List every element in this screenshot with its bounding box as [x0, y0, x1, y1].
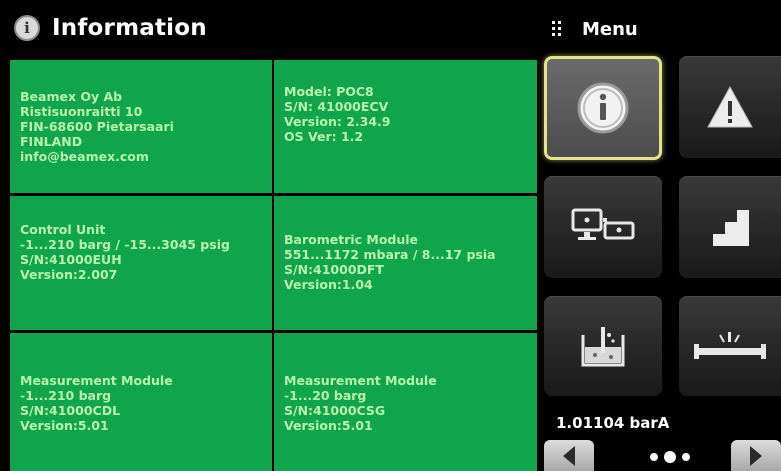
- tile-line: FINLAND: [20, 134, 83, 149]
- info-icon: i: [14, 15, 40, 41]
- model-info-tile: Model: POC8 S/N: 41000ECV Version: 2.34.…: [274, 60, 537, 193]
- tile-line: Version: 2.34.9: [284, 114, 391, 129]
- company-info-tile: Beamex Oy Ab Ristisuonraitti 10 FIN-6860…: [10, 60, 272, 193]
- tile-line: FIN-68600 Pietarsaari: [20, 119, 174, 134]
- tile-line: OS Ver: 1.2: [284, 129, 364, 144]
- chevron-left-icon: [563, 445, 575, 466]
- measurement-module-tile-1: Measurement Module -1...210 barg S/N:410…: [10, 333, 272, 471]
- tile-line: -1...20 barg: [284, 388, 367, 403]
- tile-line: Model: POC8: [284, 84, 374, 99]
- tile-line: -1...210 barg: [20, 388, 112, 403]
- tile-line: Ristisuonraitti 10: [20, 104, 143, 119]
- tile-line: S/N:41000DFT: [284, 262, 384, 277]
- tile-line: Version:1.04: [284, 277, 373, 292]
- page-dot-current: [664, 451, 676, 463]
- tile-line: Measurement Module: [20, 373, 173, 388]
- step-menu-button[interactable]: [679, 176, 781, 278]
- screen: i Information Menu Beamex Oy Ab Ristisuo…: [0, 0, 781, 471]
- tile-line: S/N:41000CSG: [284, 403, 386, 418]
- menu-header[interactable]: Menu: [552, 14, 638, 44]
- tile-line: 551...1172 mbara / 8...17 psia: [284, 247, 496, 262]
- tile-line: S/N: 41000ECV: [284, 99, 389, 114]
- pipe-burst-menu-button[interactable]: [679, 296, 781, 396]
- tile-line: S/N:41000CDL: [20, 403, 121, 418]
- grip-icon: [552, 21, 562, 37]
- tile-line: -1...210 barg / -15...3045 psig: [20, 237, 230, 252]
- page-indicator: [650, 451, 690, 463]
- tile-line: Control Unit: [20, 222, 106, 237]
- display-settings-icon: [571, 208, 635, 240]
- barometer-reading: 1.01104 barA: [556, 414, 670, 432]
- tile-line: S/N:41000EUH: [20, 252, 122, 267]
- tile-line: Version:2.007: [20, 267, 118, 282]
- page-dot: [650, 453, 658, 461]
- tile-line: Measurement Module: [284, 373, 437, 388]
- step-icon: [713, 210, 749, 246]
- tile-line: Version:5.01: [20, 418, 109, 433]
- pipe-burst-icon: [694, 332, 766, 359]
- header: i Information: [0, 0, 540, 56]
- next-page-button[interactable]: [731, 440, 781, 471]
- measurement-module-tile-2: Measurement Module -1...20 barg S/N:4100…: [274, 333, 537, 471]
- chevron-right-icon: [750, 445, 762, 466]
- tile-line: Beamex Oy Ab: [20, 89, 123, 104]
- tile-line: Barometric Module: [284, 232, 419, 247]
- previous-page-button[interactable]: [544, 440, 594, 471]
- barometric-module-tile: Barometric Module 551...1172 mbara / 8..…: [274, 196, 537, 330]
- tile-line: Version:5.01: [284, 418, 373, 433]
- display-settings-menu-button[interactable]: [544, 176, 662, 278]
- leak-test-icon: [581, 327, 625, 367]
- info-icon: [577, 82, 629, 134]
- warning-icon: [707, 85, 753, 128]
- menu-label: Menu: [582, 18, 638, 40]
- page-title: Information: [52, 15, 207, 41]
- tile-line: info@beamex.com: [20, 149, 149, 164]
- control-unit-tile: Control Unit -1...210 barg / -15...3045 …: [10, 196, 272, 330]
- alarm-menu-button[interactable]: [679, 56, 781, 158]
- info-menu-button[interactable]: [544, 56, 662, 160]
- leak-test-menu-button[interactable]: [544, 296, 662, 396]
- page-dot: [682, 453, 690, 461]
